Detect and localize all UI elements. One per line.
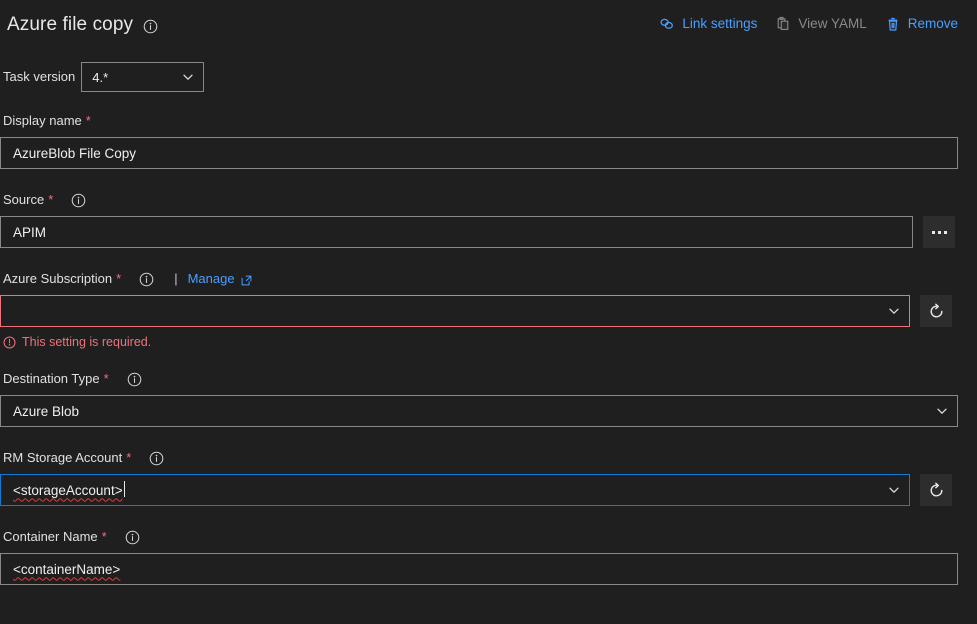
task-version-row: Task version 4.*: [3, 62, 204, 92]
required-asterisk: *: [104, 372, 109, 385]
task-version-select[interactable]: 4.*: [81, 62, 204, 92]
task-version-label: Task version: [3, 69, 75, 85]
link-settings-label: Link settings: [682, 15, 757, 33]
azure-subscription-input-row: [0, 295, 977, 327]
field-destination-type: Destination Type * Azure Blob: [0, 370, 977, 427]
required-asterisk: *: [102, 530, 107, 543]
task-editor-panel: Azure file copy Link settings: [0, 0, 977, 624]
remove-button[interactable]: Remove: [876, 12, 967, 36]
info-circle-icon[interactable]: [149, 451, 164, 466]
azure-subscription-error: This setting is required.: [0, 334, 977, 350]
azure-subscription-label: Azure Subscription * | Manage: [0, 270, 977, 287]
remove-label: Remove: [908, 15, 958, 33]
rm-storage-account-label: RM Storage Account *: [0, 449, 977, 466]
field-container-name: Container Name * <containerName>: [0, 528, 977, 585]
manage-link[interactable]: Manage: [188, 270, 252, 287]
display-name-value: AzureBlob File Copy: [13, 146, 136, 161]
info-circle-icon[interactable]: [127, 372, 142, 387]
required-asterisk: *: [116, 272, 121, 285]
container-name-input[interactable]: <containerName>: [0, 553, 958, 585]
azure-subscription-refresh-button[interactable]: [920, 295, 952, 327]
source-value: APIM: [13, 225, 46, 240]
view-yaml-button[interactable]: View YAML: [766, 12, 875, 36]
source-input-row: APIM: [0, 216, 977, 248]
info-circle-icon[interactable]: [71, 193, 86, 208]
chevron-down-icon: [888, 484, 900, 496]
rm-storage-account-value: <storageAccount>: [13, 483, 123, 498]
info-circle-icon[interactable]: [125, 530, 140, 545]
display-name-input[interactable]: AzureBlob File Copy: [0, 137, 958, 169]
display-name-label: Display name *: [0, 112, 977, 129]
chevron-down-icon: [936, 405, 948, 417]
info-circle-icon[interactable]: [143, 19, 158, 34]
external-link-icon: [241, 273, 252, 284]
container-name-value: <containerName>: [13, 562, 120, 577]
link-settings-button[interactable]: Link settings: [650, 12, 766, 36]
refresh-icon: [928, 482, 945, 499]
trash-icon: [885, 16, 901, 32]
source-browse-button[interactable]: [923, 216, 955, 248]
label-separator: |: [174, 270, 177, 287]
page-title: Azure file copy: [7, 14, 133, 36]
destination-type-label: Destination Type *: [0, 370, 977, 387]
panel-header: Azure file copy Link settings: [0, 0, 977, 48]
info-circle-icon[interactable]: [139, 272, 154, 287]
source-input[interactable]: APIM: [0, 216, 913, 248]
field-display-name: Display name * AzureBlob File Copy: [0, 112, 977, 169]
chain-link-icon: [659, 16, 675, 32]
required-asterisk: *: [86, 114, 91, 127]
task-settings-form: Display name * AzureBlob File Copy Sourc…: [0, 112, 977, 585]
ellipsis-icon: [932, 231, 947, 234]
rm-storage-account-refresh-button[interactable]: [920, 474, 952, 506]
container-name-label: Container Name *: [0, 528, 977, 545]
task-version-value: 4.*: [92, 70, 108, 85]
title-group: Azure file copy: [7, 14, 158, 36]
error-circle-icon: [3, 336, 16, 349]
text-cursor: [124, 481, 125, 497]
source-label: Source *: [0, 191, 977, 208]
clipboard-icon: [775, 16, 791, 32]
field-rm-storage-account: RM Storage Account * <storageAccount>: [0, 449, 977, 506]
field-source: Source * APIM: [0, 191, 977, 248]
manage-label: Manage: [188, 270, 235, 287]
chevron-down-icon: [888, 305, 900, 317]
rm-storage-account-combobox[interactable]: <storageAccount>: [0, 474, 910, 506]
refresh-icon: [928, 303, 945, 320]
rm-storage-account-input-row: <storageAccount>: [0, 474, 977, 506]
required-asterisk: *: [48, 193, 53, 206]
view-yaml-label: View YAML: [798, 15, 866, 33]
chevron-down-icon: [182, 71, 194, 83]
error-text: This setting is required.: [22, 334, 151, 350]
destination-type-value: Azure Blob: [13, 404, 79, 419]
header-toolbar: Link settings View YAML: [650, 12, 967, 36]
destination-type-dropdown[interactable]: Azure Blob: [0, 395, 958, 427]
required-asterisk: *: [126, 451, 131, 464]
azure-subscription-dropdown[interactable]: [0, 295, 910, 327]
field-azure-subscription: Azure Subscription * | Manage: [0, 270, 977, 350]
